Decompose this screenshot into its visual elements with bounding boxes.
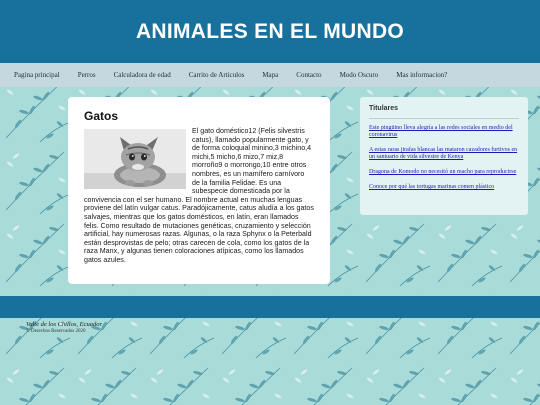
- sidebar-title: Titulares: [369, 105, 399, 112]
- article-title: Gatos: [84, 109, 119, 123]
- nav-item-calculadora[interactable]: Calculadora de edad: [114, 71, 171, 79]
- nav-item-mapa[interactable]: Mapa: [262, 71, 278, 79]
- headline-link[interactable]: Conoce por qué las tortugas marinas come…: [369, 184, 519, 191]
- footer-band: [0, 296, 540, 318]
- main-nav: Pagina principal Perros Calculadora de e…: [0, 63, 540, 87]
- nav-item-perros[interactable]: Perros: [78, 71, 96, 79]
- headlines-sidebar: Titulares Este pingüino lleva alegría a …: [360, 97, 528, 215]
- footer-location: Valle de los Chillos, Ecuador: [26, 321, 103, 328]
- nav-item-pagina-principal[interactable]: Pagina principal: [14, 71, 60, 79]
- nav-item-contacto[interactable]: Contacto: [296, 71, 321, 79]
- nav-item-carrito[interactable]: Carrito de Articulos: [189, 71, 245, 79]
- article-card: Gatos El gato doméstico12 (Felis silvest…: [68, 97, 330, 284]
- sidebar-divider: [369, 118, 519, 119]
- footer-copyright: © Derechos Reservados 2020: [26, 329, 86, 334]
- kitten-image: [84, 129, 186, 189]
- site-footer: Valle de los Chillos, Ecuador © Derechos…: [26, 321, 102, 334]
- nav-item-mas-informacion[interactable]: Mas informacion?: [396, 71, 447, 79]
- headline-link[interactable]: Dragona de Komodo no necesitó un macho p…: [369, 169, 519, 176]
- site-title: ANIMALES EN EL MUNDO: [135, 19, 405, 43]
- site-header: ANIMALES EN EL MUNDO: [0, 0, 540, 63]
- headline-link[interactable]: A estas raras jirafas blancas las mataro…: [369, 147, 519, 161]
- headline-link[interactable]: Este pingüino lleva alegría a las redes …: [369, 125, 519, 139]
- nav-item-modo-oscuro[interactable]: Modo Oscuro: [340, 71, 379, 79]
